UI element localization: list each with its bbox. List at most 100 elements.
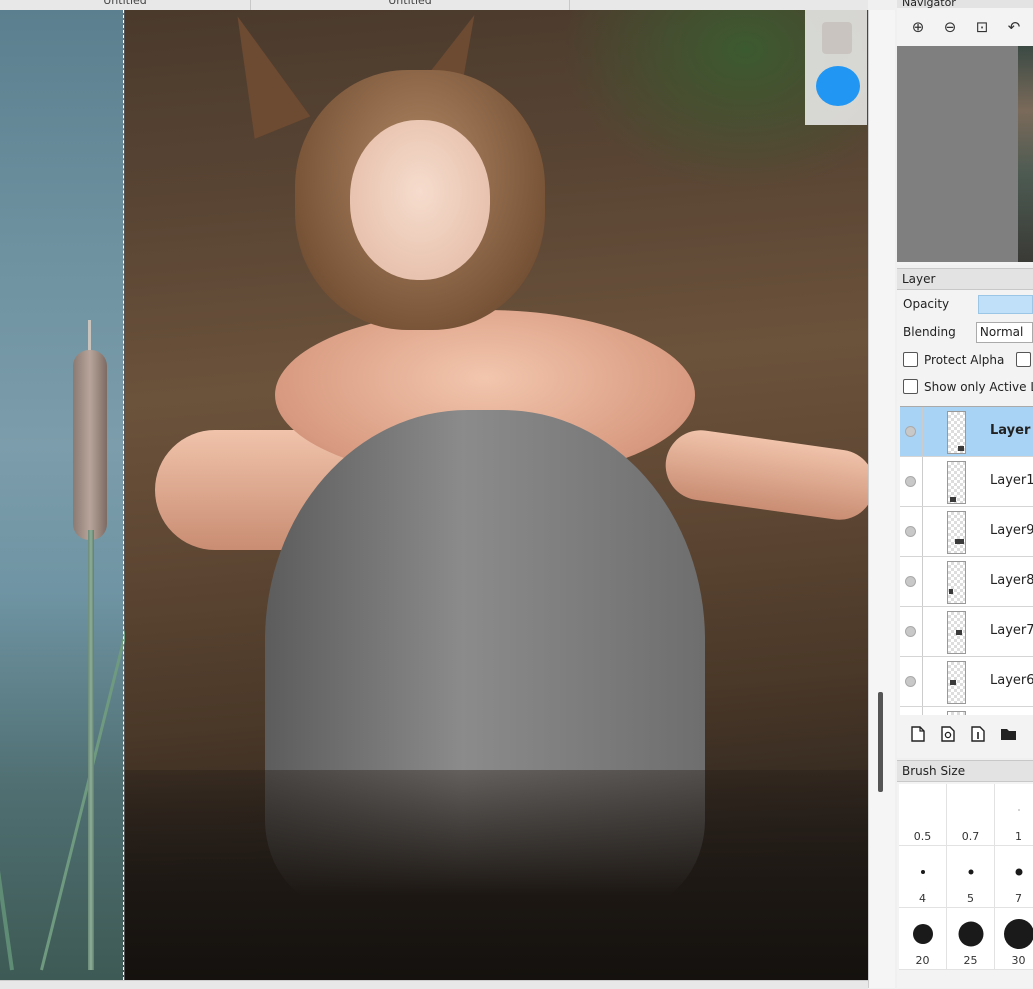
brush-size-cell[interactable]: 30 — [995, 908, 1033, 970]
blending-label: Blending — [903, 325, 976, 339]
layer-visibility-toggle[interactable] — [900, 607, 923, 656]
brush-dot — [968, 870, 973, 875]
color-swatch-button[interactable] — [822, 22, 852, 54]
clipping-checkbox[interactable] — [1016, 352, 1031, 367]
document-tab-1[interactable]: Untitled — [0, 0, 251, 10]
color-circle-button[interactable] — [816, 66, 860, 106]
brush-dot — [913, 924, 933, 944]
opacity-slider[interactable] — [978, 295, 1033, 314]
layer-row[interactable]: Layer9 — [900, 507, 1033, 557]
layer-thumbnail — [947, 561, 966, 604]
zoom-out-icon[interactable]: ⊖ — [937, 14, 963, 40]
brush-size-grid: 0.5 0.7 1 4 5 7 20 25 30 — [899, 784, 1033, 970]
layer-row[interactable]: Layer6 — [900, 657, 1033, 707]
layer-thumbnail — [947, 611, 966, 654]
layer-panel: Layer Opacity Blending Normal Protect Al… — [897, 268, 1033, 758]
grass-blade — [40, 620, 130, 970]
brush-size-value: 0.5 — [899, 830, 946, 843]
new-8bit-layer-icon[interactable] — [939, 725, 957, 743]
visibility-icon — [905, 426, 916, 437]
rotate-icon[interactable]: ↶ — [1001, 14, 1027, 40]
layer-visibility-toggle[interactable] — [900, 507, 923, 556]
navigator-preview[interactable] — [897, 46, 1033, 262]
document-tab-2[interactable]: Untitled — [251, 0, 570, 10]
canvas-vertical-scrollbar[interactable] — [868, 10, 895, 988]
cattail-tip — [88, 320, 91, 354]
brush-size-cell[interactable]: 25 — [947, 908, 995, 970]
navigator-toolbar: ⊕ ⊖ ⊡ ↶ — [897, 8, 1033, 46]
new-1bit-layer-icon[interactable] — [969, 725, 987, 743]
cattail-head — [73, 350, 107, 540]
layer-visibility-toggle[interactable] — [900, 557, 923, 606]
visibility-icon — [905, 576, 916, 587]
water-surface — [125, 770, 868, 980]
layer-name: Layer1 — [990, 473, 1033, 488]
figure-face — [350, 120, 490, 280]
new-layer-icon[interactable] — [909, 725, 927, 743]
brush-size-cell[interactable]: 0.7 — [947, 784, 995, 846]
layer-visibility-toggle[interactable] — [900, 707, 923, 715]
opacity-row: Opacity — [897, 290, 1033, 318]
brush-size-panel: Brush Size 0.5 0.7 1 4 5 7 20 25 30 — [897, 760, 1033, 988]
layer-name: Layer9 — [990, 523, 1033, 538]
show-only-active-row: Show only Active L — [897, 373, 1033, 400]
show-only-active-checkbox[interactable] — [903, 379, 918, 394]
navigator-panel: Navigator ⊕ ⊖ ⊡ ↶ — [897, 0, 1033, 265]
opacity-label: Opacity — [903, 297, 978, 311]
layer-panel-title: Layer — [897, 268, 1033, 290]
canvas-area[interactable] — [0, 10, 868, 980]
layer-name: Layer6 — [990, 673, 1033, 688]
layer-thumbnail — [947, 661, 966, 704]
show-only-active-label: Show only Active L — [924, 380, 1033, 394]
visibility-icon — [905, 626, 916, 637]
brush-dot — [1004, 919, 1033, 949]
layer-row[interactable]: Layer1 — [900, 457, 1033, 507]
protect-alpha-row: Protect Alpha — [897, 346, 1033, 373]
layer-thumbnail — [947, 411, 966, 454]
layer-thumbnail — [947, 511, 966, 554]
layer-visibility-toggle[interactable] — [900, 407, 923, 456]
layer-row[interactable]: Layer7 — [900, 607, 1033, 657]
grass-blade — [0, 653, 14, 970]
layer-row[interactable]: Layer8 — [900, 557, 1033, 607]
protect-alpha-checkbox[interactable] — [903, 352, 918, 367]
canvas-left-region — [0, 10, 124, 980]
layer-toolbar — [897, 718, 1017, 750]
brush-size-cell[interactable]: 20 — [899, 908, 947, 970]
brush-size-cell[interactable]: 4 — [899, 846, 947, 908]
zoom-fit-icon[interactable]: ⊡ — [969, 14, 995, 40]
layer-thumbnail — [947, 461, 966, 504]
blending-row: Blending Normal — [897, 318, 1033, 346]
brush-size-value: 7 — [995, 892, 1033, 905]
brush-size-value: 20 — [899, 954, 946, 967]
layer-row[interactable] — [900, 707, 1033, 715]
blending-select[interactable]: Normal — [976, 322, 1033, 343]
new-folder-icon[interactable] — [999, 725, 1017, 743]
zoom-in-icon[interactable]: ⊕ — [905, 14, 931, 40]
layer-visibility-toggle[interactable] — [900, 457, 923, 506]
brush-size-cell[interactable]: 1 — [995, 784, 1033, 846]
brush-size-value: 1 — [995, 830, 1033, 843]
brush-size-value: 25 — [947, 954, 994, 967]
layer-name: Layer7 — [990, 623, 1033, 638]
brush-dot — [921, 870, 925, 874]
brush-size-cell[interactable]: 7 — [995, 846, 1033, 908]
layer-name: Layer8 — [990, 573, 1033, 588]
layer-name: Layer — [990, 423, 1030, 438]
brush-size-value: 30 — [995, 954, 1033, 967]
canvas-artwork — [125, 10, 868, 980]
brush-size-value: 0.7 — [947, 830, 994, 843]
navigator-title: Navigator — [897, 0, 1033, 8]
brush-dot — [1015, 869, 1022, 876]
protect-alpha-label: Protect Alpha — [924, 353, 1004, 367]
figure-ear-left — [210, 10, 311, 139]
layer-thumbnail — [947, 711, 966, 715]
layer-visibility-toggle[interactable] — [900, 657, 923, 706]
scrollbar-thumb[interactable] — [878, 692, 883, 792]
figure-arm-right — [661, 426, 868, 525]
brush-size-cell[interactable]: 0.5 — [899, 784, 947, 846]
layer-row[interactable]: Layer — [900, 407, 1033, 457]
brush-size-value: 4 — [899, 892, 946, 905]
visibility-icon — [905, 526, 916, 537]
brush-size-cell[interactable]: 5 — [947, 846, 995, 908]
